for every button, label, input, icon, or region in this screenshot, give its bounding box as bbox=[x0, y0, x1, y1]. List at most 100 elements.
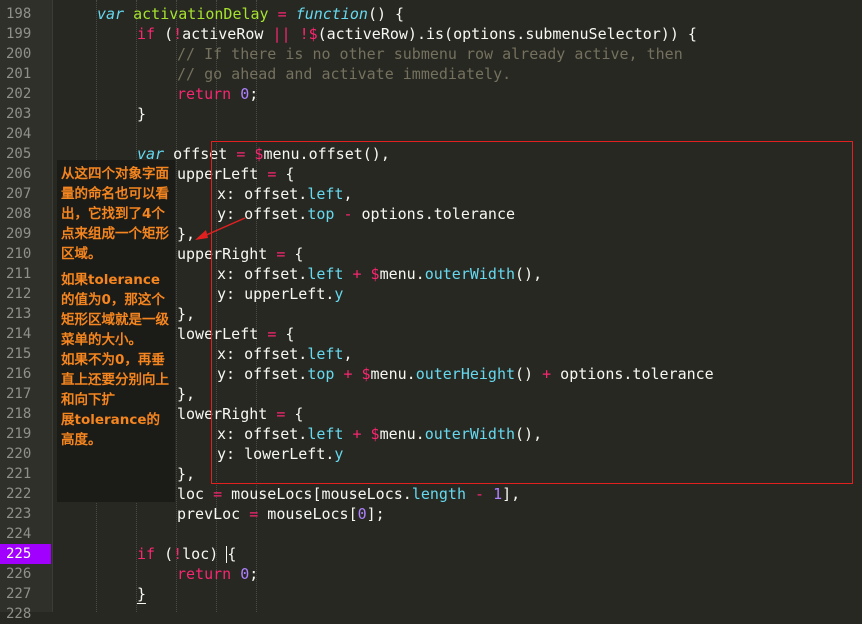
code-token: }, bbox=[177, 465, 196, 483]
code-line: var activationDelay = function() { bbox=[97, 4, 404, 24]
line-number: 209 bbox=[6, 226, 32, 242]
code-line: // If there is no other submenu row alre… bbox=[177, 44, 683, 64]
line-number: 207 bbox=[6, 186, 32, 202]
line-number: 202 bbox=[6, 86, 32, 102]
code-token: ( bbox=[155, 25, 174, 43]
highlight-rectangle bbox=[211, 141, 853, 484]
line-number: 208 bbox=[6, 206, 32, 222]
line-number: 220 bbox=[6, 446, 32, 462]
code-token: () { bbox=[367, 5, 405, 23]
line-number: 210 bbox=[6, 246, 32, 262]
code-token: = bbox=[249, 505, 259, 523]
code-token: activationDelay bbox=[133, 5, 269, 23]
code-line: return 0; bbox=[177, 564, 258, 584]
line-number: 218 bbox=[6, 406, 32, 422]
line-number: 213 bbox=[6, 306, 32, 322]
code-token: }, bbox=[177, 225, 196, 243]
line-number: 214 bbox=[6, 326, 32, 342]
code-token: 1 bbox=[493, 485, 503, 503]
code-token: var bbox=[97, 5, 125, 23]
line-number: 226 bbox=[6, 566, 32, 582]
line-number: 228 bbox=[6, 606, 32, 622]
code-token: }, bbox=[177, 385, 196, 403]
code-token: // If there is no other submenu row alre… bbox=[177, 45, 683, 63]
line-number: 204 bbox=[6, 126, 32, 142]
code-token: if bbox=[137, 25, 156, 43]
code-line: // go ahead and activate immediately. bbox=[177, 64, 511, 84]
code-token: 0 bbox=[240, 565, 250, 583]
code-token: prevLoc bbox=[177, 505, 250, 523]
code-token: mouseLocs[mouseLocs. bbox=[222, 485, 412, 503]
code-line: }, bbox=[177, 384, 195, 404]
line-number: 216 bbox=[6, 366, 32, 382]
line-number: 219 bbox=[6, 426, 32, 442]
line-number: 217 bbox=[6, 386, 32, 402]
annotation-paragraph-2: 如果tolerance的值为0，那这个矩形区域就是一级菜单的大小。 如果不为0，… bbox=[61, 272, 169, 448]
code-token: loc bbox=[177, 485, 214, 503]
line-number: 224 bbox=[6, 526, 32, 542]
code-token: } bbox=[137, 105, 147, 123]
code-token: ( bbox=[155, 545, 174, 563]
code-token: }, bbox=[177, 305, 196, 323]
code-token: ; bbox=[249, 565, 259, 583]
code-token: loc) bbox=[182, 545, 228, 563]
code-line: }, bbox=[177, 464, 195, 484]
code-line: }, bbox=[177, 304, 195, 324]
line-number: 206 bbox=[6, 166, 32, 182]
line-number: 221 bbox=[6, 466, 32, 482]
line-number: 203 bbox=[6, 106, 32, 122]
code-line: } bbox=[137, 584, 147, 604]
annotation-paragraph-1: 从这四个对象字面量的命名也可以看出，它找到了4个点来组成一个矩形区域。 bbox=[61, 166, 169, 262]
line-number: 227 bbox=[6, 586, 32, 602]
code-token: // go ahead and activate immediately. bbox=[177, 65, 512, 83]
annotation-note: 从这四个对象字面量的命名也可以看出，它找到了4个点来组成一个矩形区域。 如果to… bbox=[57, 160, 175, 502]
code-token: } bbox=[137, 585, 147, 604]
code-token: || bbox=[272, 25, 291, 43]
code-line: loc = mouseLocs[mouseLocs.length - 1], bbox=[177, 484, 520, 504]
code-line: } bbox=[137, 104, 146, 124]
code-line: }, bbox=[177, 224, 195, 244]
line-number: 200 bbox=[6, 46, 32, 62]
code-token: mouseLocs[ bbox=[258, 505, 358, 523]
code-line: return 0; bbox=[177, 84, 258, 104]
code-token: - bbox=[475, 485, 485, 503]
line-number: 215 bbox=[6, 346, 32, 362]
code-token: (activeRow).is(options.submenuSelector))… bbox=[317, 25, 697, 43]
code-token: 0 bbox=[357, 505, 367, 523]
code-token: 0 bbox=[240, 85, 250, 103]
code-token: function bbox=[295, 5, 368, 23]
code-token: ]; bbox=[366, 505, 385, 523]
code-token: ! bbox=[173, 545, 183, 563]
code-token: = bbox=[277, 5, 287, 23]
code-line: prevLoc = mouseLocs[0]; bbox=[177, 504, 385, 524]
code-token: = bbox=[213, 485, 223, 503]
line-number: 201 bbox=[6, 66, 32, 82]
code-token: !$ bbox=[299, 25, 318, 43]
code-token: { bbox=[227, 545, 237, 563]
code-token: if bbox=[137, 545, 156, 563]
line-number: 212 bbox=[6, 286, 32, 302]
line-number: 205 bbox=[6, 146, 32, 162]
code-token: return bbox=[177, 565, 232, 583]
code-token: return bbox=[177, 85, 232, 103]
line-number: 222 bbox=[6, 486, 32, 502]
code-token: ; bbox=[249, 85, 259, 103]
code-token: ! bbox=[173, 25, 183, 43]
line-number: 199 bbox=[6, 26, 32, 42]
code-token: ], bbox=[502, 485, 521, 503]
line-number: 211 bbox=[6, 266, 32, 282]
line-number: 198 bbox=[6, 6, 32, 22]
code-line: if (!loc) { bbox=[137, 544, 236, 564]
code-token: activeRow bbox=[182, 25, 273, 43]
line-number-gutter: 198 199 200 201 202 203 204 205 206 207 208 209 210 2… bbox=[0, 0, 53, 622]
line-number: 223 bbox=[6, 506, 32, 522]
line-number: 225 bbox=[0, 544, 51, 564]
